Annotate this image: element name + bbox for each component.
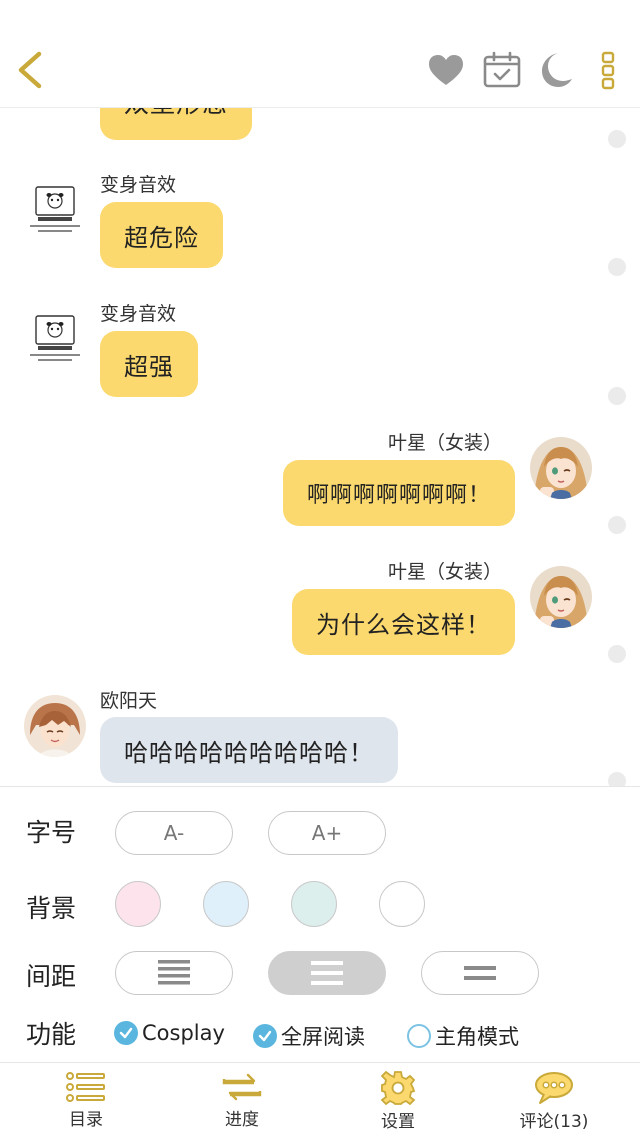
message-bubble: 超强: [100, 331, 198, 397]
medium-lines-icon: [311, 961, 343, 985]
sender-name: 欧阳天: [100, 690, 158, 712]
moon-icon[interactable]: [534, 48, 576, 92]
sender-name: 叶星（女装）: [387, 561, 502, 583]
read-status-dot: [608, 772, 626, 786]
spacing-medium-button[interactable]: [268, 951, 386, 995]
font-size-label: 字号: [26, 818, 77, 847]
anime-boy-avatar[interactable]: [24, 695, 86, 757]
protagonist-mode-checkbox[interactable]: 主角模式: [407, 1021, 519, 1051]
chat-area[interactable]: 双壁形态 变身音效 超危险 变身音效: [0, 108, 640, 786]
read-status-dot: [608, 258, 626, 276]
sender-name: 变身音效: [100, 303, 177, 325]
message-bubble: 双壁形态: [100, 108, 252, 140]
message-text: 超强: [124, 352, 174, 381]
more-vertical-icon[interactable]: [596, 48, 620, 92]
unchecked-circle-icon: [407, 1024, 431, 1048]
cosplay-checkbox[interactable]: Cosplay: [114, 1021, 225, 1045]
read-status-dot: [608, 645, 626, 663]
back-arrow-icon[interactable]: [10, 48, 50, 92]
read-status-dot: [608, 387, 626, 405]
list-icon: [66, 1072, 105, 1102]
functions-label: 功能: [26, 1020, 77, 1049]
gear-icon: [380, 1071, 416, 1105]
fullscreen-reading-label: 全屏阅读: [281, 1025, 365, 1049]
sketch-avatar-icon[interactable]: [26, 184, 84, 236]
calendar-check-icon[interactable]: [480, 48, 524, 92]
background-label: 背景: [26, 894, 77, 923]
nav-catalog-label: 目录: [69, 1110, 103, 1130]
nav-progress-label: 进度: [225, 1110, 259, 1130]
nav-comments-label: 评论(13): [519, 1112, 589, 1132]
background-swatch-mint[interactable]: [291, 881, 337, 927]
background-swatch-blue[interactable]: [203, 881, 249, 927]
sender-name: 叶星（女装）: [387, 432, 502, 454]
background-swatch-pink[interactable]: [115, 881, 161, 927]
loose-lines-icon: [464, 966, 496, 980]
font-decrease-button[interactable]: A-: [115, 811, 233, 855]
spacing-dense-button[interactable]: [115, 951, 233, 995]
read-status-dot: [608, 516, 626, 534]
swap-arrows-icon: [222, 1073, 262, 1101]
nav-settings[interactable]: 设置: [338, 1071, 458, 1132]
nav-catalog[interactable]: 目录: [26, 1071, 146, 1130]
cosplay-label: Cosplay: [142, 1021, 225, 1045]
heart-icon[interactable]: [424, 50, 468, 90]
anime-girl-avatar[interactable]: [530, 566, 592, 628]
message-bubble: 啊啊啊啊啊啊啊！: [282, 460, 515, 526]
read-status-dot: [608, 130, 626, 148]
protagonist-mode-label: 主角模式: [435, 1025, 519, 1049]
anime-girl-avatar[interactable]: [530, 437, 592, 499]
message-text: 啊啊啊啊啊啊啊！: [306, 483, 491, 508]
fullscreen-reading-checkbox[interactable]: 全屏阅读: [253, 1021, 365, 1051]
message-text: 为什么会这样！: [316, 610, 491, 639]
nav-settings-label: 设置: [381, 1112, 415, 1132]
dense-lines-icon: [158, 960, 190, 985]
top-bar: [0, 0, 640, 108]
checkmark-icon: [114, 1021, 138, 1045]
message-bubble: 为什么会这样！: [292, 589, 515, 655]
nav-comments[interactable]: 评论(13): [494, 1071, 614, 1132]
nav-progress[interactable]: 进度: [182, 1071, 302, 1130]
message-text: 哈哈哈哈哈哈哈哈哈！: [124, 738, 374, 767]
message-bubble: 超危险: [100, 202, 223, 268]
message-bubble: 哈哈哈哈哈哈哈哈哈！: [100, 717, 398, 783]
comment-bubble-icon: [535, 1072, 573, 1104]
spacing-label: 间距: [26, 962, 77, 991]
background-swatch-white[interactable]: [379, 881, 425, 927]
spacing-loose-button[interactable]: [421, 951, 539, 995]
message-text: 双壁形态: [124, 108, 228, 120]
bottom-navigation: 目录 进度 设置 评论(13): [0, 1062, 640, 1138]
sketch-avatar-icon[interactable]: [26, 313, 84, 365]
message-text: 超危险: [124, 223, 199, 252]
sender-name: 变身音效: [100, 174, 177, 196]
checkmark-icon: [253, 1024, 277, 1048]
reading-settings-panel: 字号 A- A+ 背景 间距 功能 Cosplay 全屏阅读 主角模式: [0, 786, 640, 1062]
font-increase-button[interactable]: A+: [268, 811, 386, 855]
